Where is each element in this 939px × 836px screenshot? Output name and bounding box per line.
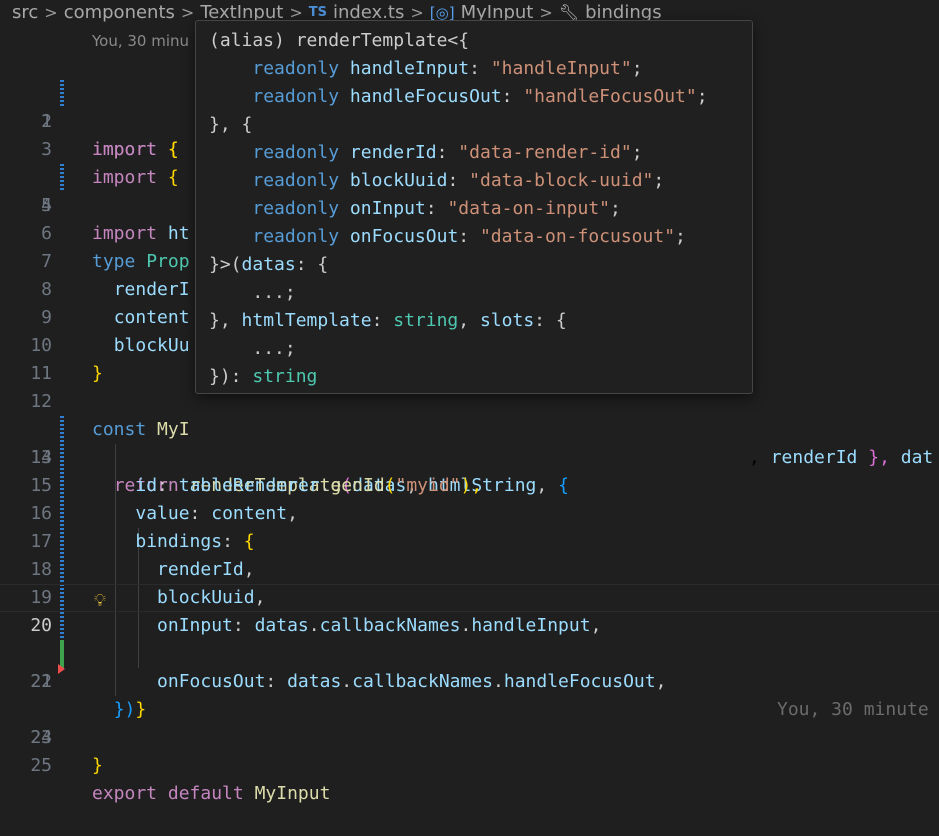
token: , xyxy=(458,310,480,331)
hover-line: ...; xyxy=(209,335,296,363)
hover-line: readonly handleInput: "handleInput"; xyxy=(252,58,643,79)
hover-line: }, { xyxy=(209,111,252,139)
token: MyInput xyxy=(254,783,331,804)
token: export xyxy=(92,783,158,804)
code-line: 25 export default MyInput xyxy=(0,724,939,804)
gutter-deleted-marker[interactable] xyxy=(58,664,65,674)
hover-line: ...; xyxy=(209,279,296,307)
token: onInput xyxy=(349,198,426,219)
hover-line: readonly onFocusOut: "data-on-focusout"; xyxy=(252,226,686,247)
code-line: 18 blockUuid, xyxy=(0,528,939,608)
token: htmlTemplate xyxy=(241,310,372,331)
token: blockUuid xyxy=(349,170,448,191)
token: default xyxy=(167,783,244,804)
token: onFocusOut xyxy=(349,226,459,247)
token: handleInput xyxy=(349,58,470,79)
token: string xyxy=(393,310,459,331)
hover-line: readonly onInput: "data-on-input"; xyxy=(252,198,621,219)
token: readonly xyxy=(252,170,340,191)
token: "data-block-uuid" xyxy=(469,170,654,191)
token: "data-on-input" xyxy=(447,198,611,219)
code-line: 21 } xyxy=(0,612,939,720)
token: } xyxy=(92,755,103,776)
token: }, xyxy=(209,310,242,331)
hover-line: readonly renderId: "data-render-id"; xyxy=(252,142,643,163)
hover-line: }>(datas: { xyxy=(209,251,328,279)
token: readonly xyxy=(252,142,340,163)
token: ...; xyxy=(252,338,296,359)
token: readonly xyxy=(252,58,340,79)
lightbulb-icon[interactable]: 💡︎ xyxy=(94,587,106,615)
hover-line: }, htmlTemplate: string, slots: { xyxy=(209,307,567,335)
code-line: 16 bindings: { xyxy=(0,472,939,552)
code-line: 22 }) xyxy=(0,640,939,720)
token: "handleFocusOut" xyxy=(523,86,697,107)
token: "data-on-focusout" xyxy=(479,226,676,247)
token: ...; xyxy=(252,282,296,303)
token: renderId xyxy=(349,142,437,163)
code-line: 19 onInput: datas.callbackNames.handleIn… xyxy=(0,556,939,636)
token: handleFocusOut xyxy=(349,86,502,107)
token: readonly xyxy=(252,226,340,247)
chevron-right-icon: > xyxy=(44,3,58,22)
token: string xyxy=(252,366,318,387)
code-line: 17 renderId, xyxy=(0,500,939,580)
chevron-right-icon: > xyxy=(180,3,195,22)
code-line: 23 } xyxy=(0,664,939,776)
token: readonly xyxy=(252,86,340,107)
hover-line: readonly blockUuid: "data-block-uuid"; xyxy=(252,170,665,191)
code-line: 14 id: tableRenderer.genId("myid"), xyxy=(0,416,939,496)
token: }): xyxy=(209,366,253,387)
code-line: 15 value: content, xyxy=(0,444,939,524)
hover-line: readonly handleFocusOut: "handleFocusOut… xyxy=(252,86,708,107)
token: "data-render-id" xyxy=(458,142,632,163)
token: "handleInput" xyxy=(490,58,632,79)
code-line-current: 20 💡︎ onFocusOut: datas.callbackNames.ha… xyxy=(0,584,939,720)
token: slots xyxy=(479,310,535,331)
line-number: 25 xyxy=(30,755,52,776)
hover-signature: (alias) renderTemplate<{ xyxy=(209,30,470,51)
hover-tooltip[interactable]: (alias) renderTemplate<{ readonly handle… xyxy=(195,20,753,394)
token: }>( xyxy=(209,254,242,275)
token: : xyxy=(371,310,394,331)
codelens-blame[interactable]: You, 30 minu xyxy=(92,32,189,50)
code-line: 24 xyxy=(0,696,939,748)
hover-line: (alias) renderTemplate<{ xyxy=(209,27,469,55)
token: }, { xyxy=(209,114,253,135)
breadcrumb-components[interactable]: components xyxy=(64,2,175,23)
typescript-file-icon: TS xyxy=(308,5,327,20)
hover-line: }): string xyxy=(209,363,317,391)
breadcrumb-src[interactable]: src xyxy=(12,2,38,23)
token: readonly xyxy=(252,198,340,219)
token: datas xyxy=(241,254,296,275)
token: : { xyxy=(295,254,329,275)
token: : { xyxy=(534,310,567,331)
